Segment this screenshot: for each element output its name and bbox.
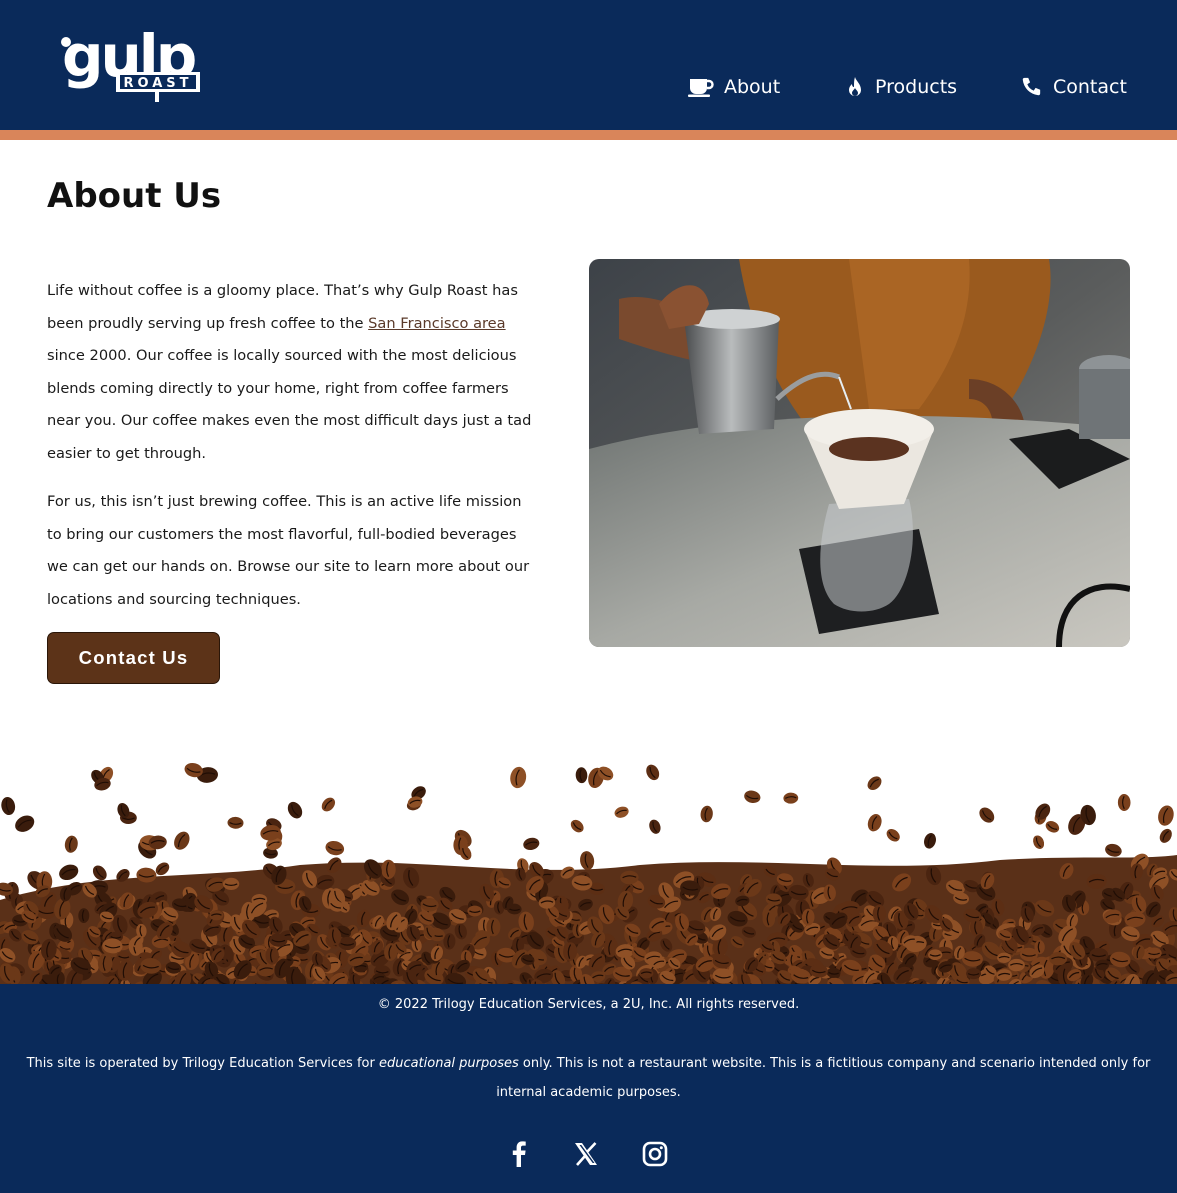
- nav-item-contact[interactable]: Contact: [1019, 76, 1127, 98]
- coffee-beans-banner: [0, 760, 1177, 999]
- site-header: gulp ROAST About Products Contact: [0, 0, 1177, 130]
- facebook-icon[interactable]: [504, 1139, 534, 1169]
- coffee-cup-icon: [688, 77, 714, 97]
- instagram-icon[interactable]: [640, 1139, 670, 1169]
- page-title: About Us: [47, 176, 222, 216]
- nav-about-label: About: [724, 76, 781, 98]
- main-nav: About Products Contact: [0, 76, 1177, 108]
- nav-item-about[interactable]: About: [688, 76, 780, 98]
- san-francisco-link[interactable]: San Francisco area: [368, 315, 505, 332]
- about-paragraph-2: For us, this isn’t just brewing coffee. …: [47, 493, 530, 608]
- nav-item-products[interactable]: Products: [845, 76, 957, 98]
- header-accent-stripe: [0, 130, 1177, 140]
- about-paragraph-1-end: since 2000. Our coffee is locally source…: [47, 347, 532, 462]
- nav-contact-label: Contact: [1053, 76, 1127, 98]
- fire-icon: [845, 76, 865, 98]
- copyright-text: © 2022 Trilogy Education Services, a 2U,…: [377, 997, 800, 1012]
- x-icon[interactable]: [571, 1139, 601, 1169]
- disclaimer-emphasis: educational purposes: [378, 1056, 519, 1071]
- site-footer: © 2022 Trilogy Education Services, a 2U,…: [0, 984, 1177, 1193]
- disclaimer-text: This site is operated by Trilogy Educati…: [20, 1049, 1157, 1107]
- disclaimer-start: This site is operated by Trilogy Educati…: [26, 1056, 379, 1071]
- about-paragraph-1: Life without coffee is a gloomy place. T…: [47, 275, 537, 470]
- nav-products-label: Products: [875, 76, 958, 98]
- disclaimer-end: only. This is not a restaurant website. …: [496, 1056, 1151, 1100]
- contact-us-button[interactable]: Contact Us: [47, 632, 220, 684]
- pour-over-coffee-photo: [589, 259, 1130, 647]
- phone-icon: [1019, 76, 1043, 98]
- about-text: Life without coffee is a gloomy place. T…: [47, 275, 537, 632]
